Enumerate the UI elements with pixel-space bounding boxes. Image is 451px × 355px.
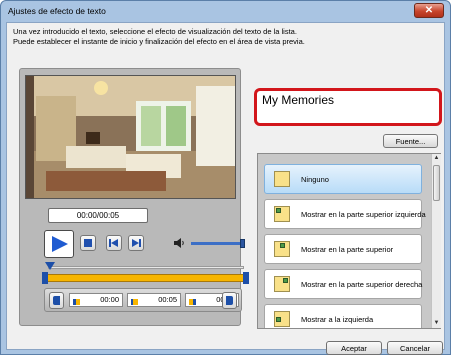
- text-input[interactable]: My Memories: [254, 88, 442, 126]
- range-end-handle[interactable]: [243, 272, 249, 284]
- next-frame-button[interactable]: [128, 235, 144, 251]
- volume-slider-thumb[interactable]: [240, 239, 245, 248]
- effect-label: Mostrar en la parte superior derecha: [301, 280, 423, 289]
- volume-slider[interactable]: [191, 242, 243, 245]
- previous-frame-button[interactable]: [106, 235, 122, 251]
- effect-range-bar[interactable]: [46, 274, 246, 282]
- set-end-button[interactable]: [222, 292, 237, 309]
- preview-panel: 00:00/00:05 00:00 00:05: [19, 68, 249, 326]
- stop-button[interactable]: [80, 235, 96, 251]
- effect-item-top[interactable]: Mostrar en la parte superior: [264, 234, 422, 264]
- play-button[interactable]: [44, 230, 74, 258]
- range-start-handle[interactable]: [42, 272, 48, 284]
- duration-field[interactable]: 00:05: [127, 293, 181, 307]
- top-left-position-icon: [274, 206, 290, 222]
- effect-label: Mostrar en la parte superior: [301, 245, 394, 254]
- start-marker-icon: [73, 297, 80, 305]
- top-right-position-icon: [274, 276, 290, 292]
- close-icon: ✕: [424, 5, 434, 16]
- scrollbar-thumb[interactable]: [433, 165, 440, 201]
- effect-item-top-right[interactable]: Mostrar en la parte superior derecha: [264, 269, 422, 299]
- ok-button[interactable]: Aceptar: [326, 341, 382, 355]
- font-button[interactable]: Fuente...: [383, 134, 438, 148]
- end-marker-icon: [189, 297, 196, 305]
- instructions-line-2: Puede establecer el instante de inicio y…: [13, 36, 305, 46]
- step-back-icon: [109, 239, 118, 247]
- effect-item-none[interactable]: Ninguno: [264, 164, 422, 194]
- effect-label: Mostrar en la parte superior izquierda: [301, 210, 426, 219]
- scroll-up-icon[interactable]: ▲: [432, 154, 441, 163]
- effect-item-left[interactable]: Mostrar a la izquierda: [264, 304, 422, 328]
- title-bar[interactable]: Ajustes de efecto de texto ✕: [1, 1, 450, 21]
- cancel-button[interactable]: Cancelar: [387, 341, 443, 355]
- start-time-field[interactable]: 00:00: [69, 293, 123, 307]
- top-position-icon: [274, 241, 290, 257]
- duration-icon: [131, 297, 138, 305]
- effect-label: Mostrar a la izquierda: [301, 315, 374, 324]
- duration-value: 00:05: [158, 295, 177, 304]
- time-display: 00:00/00:05: [48, 208, 148, 223]
- step-forward-icon: [132, 239, 141, 247]
- effect-list-scrollbar[interactable]: ▲ ▼: [431, 154, 441, 328]
- play-icon: [52, 236, 68, 252]
- left-position-icon: [274, 311, 290, 327]
- volume-icon[interactable]: [173, 237, 185, 249]
- preview-image: [25, 75, 236, 199]
- seek-thumb[interactable]: [45, 261, 55, 271]
- effect-none-icon: [274, 171, 290, 187]
- mark-out-icon: [226, 296, 233, 305]
- seek-bar[interactable]: [48, 266, 244, 269]
- mark-in-icon: [53, 296, 60, 305]
- dialog-content: Una vez introducido el texto, seleccione…: [6, 22, 445, 355]
- time-controls: 00:00 00:05 00:05: [44, 288, 242, 312]
- preview-photo: [26, 76, 235, 198]
- effect-label: Ninguno: [301, 175, 329, 184]
- window-title: Ajustes de efecto de texto: [8, 6, 106, 16]
- effect-item-top-left[interactable]: Mostrar en la parte superior izquierda: [264, 199, 426, 229]
- start-time-value: 00:00: [100, 295, 119, 304]
- dialog-window: Ajustes de efecto de texto ✕ Una vez int…: [0, 0, 451, 355]
- instructions-line-1: Una vez introducido el texto, seleccione…: [13, 27, 297, 36]
- instructions-text: Una vez introducido el texto, seleccione…: [13, 27, 433, 46]
- stop-icon: [84, 239, 92, 247]
- effect-list: Ninguno Mostrar en la parte superior izq…: [257, 153, 441, 329]
- close-button[interactable]: ✕: [414, 3, 444, 18]
- set-start-button[interactable]: [49, 292, 64, 309]
- scroll-down-icon[interactable]: ▼: [432, 319, 441, 328]
